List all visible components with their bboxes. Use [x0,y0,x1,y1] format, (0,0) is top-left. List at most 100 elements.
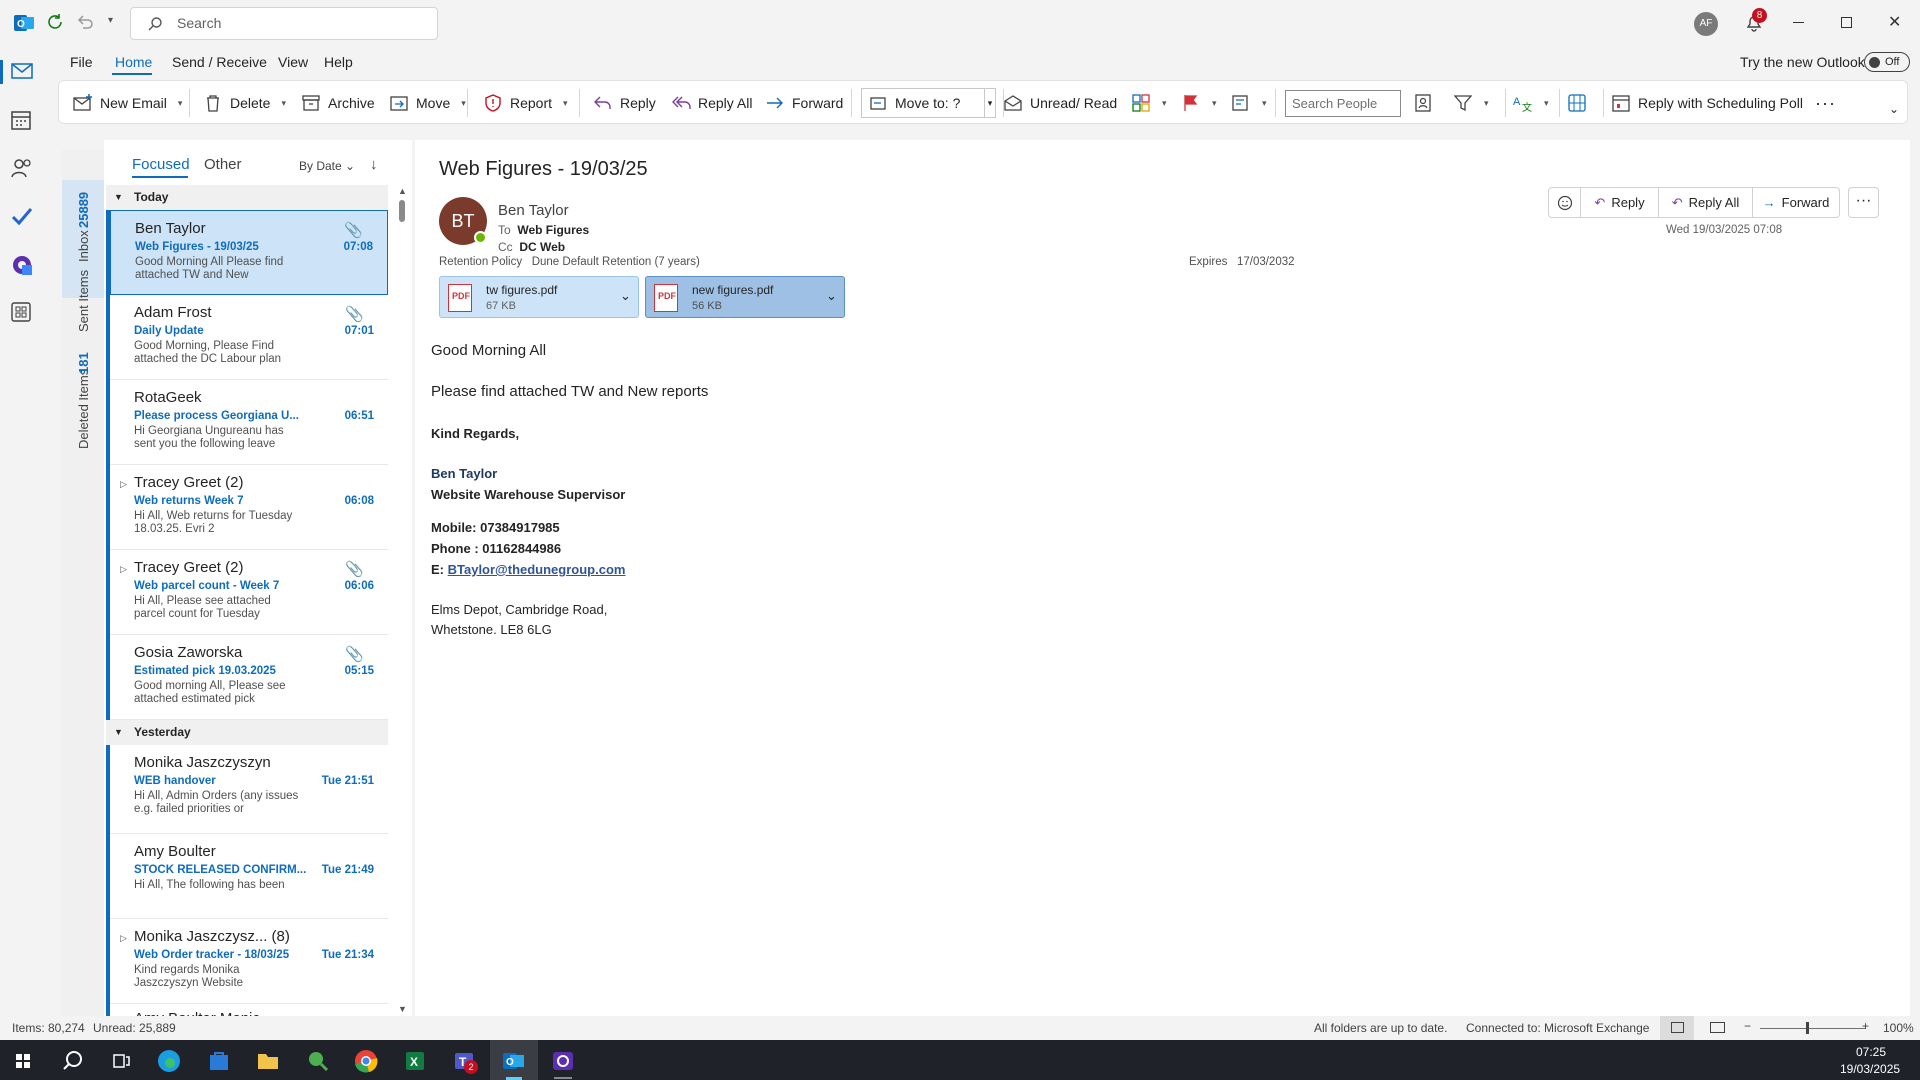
file-explorer-icon[interactable] [253,1046,283,1076]
chevron-down-icon[interactable]: ▾ [563,98,568,109]
clock-date[interactable]: 19/03/2025 [1840,1062,1900,1076]
tab-focused[interactable]: Focused [132,156,190,173]
menu-help[interactable]: Help [324,54,353,70]
sort-direction-icon[interactable]: ↓ [370,156,378,173]
folder-sent-items[interactable]: Sent Items [76,270,91,332]
emoji-react-icon[interactable] [1549,188,1581,217]
normal-view-button[interactable] [1660,1016,1694,1040]
forward-button[interactable]: Forward [765,81,843,125]
archive-button[interactable]: Archive [301,81,375,125]
to-recipient[interactable]: Web Figures [517,223,589,237]
reply-button[interactable]: Reply [593,81,656,125]
people-icon[interactable] [11,158,35,182]
expand-thread-icon[interactable]: ▷ [120,564,127,575]
signature-email-link[interactable]: BTaylor@theduneg﻿roup.com [448,562,626,577]
new-email-button[interactable]: New Email ▾ [73,81,182,125]
search-people-input[interactable]: Search People [1285,90,1401,117]
excel-icon[interactable]: X [400,1046,430,1076]
outlook-taskbar-active[interactable]: O [490,1040,538,1080]
move-button[interactable]: Move ▾ [389,81,466,125]
menu-file[interactable]: File [70,54,93,70]
more-apps-icon[interactable] [11,302,35,326]
ribbon-collapse-icon[interactable]: ⌄ [1889,87,1899,131]
rules-button[interactable]: ▾ [1231,81,1267,125]
chevron-down-icon[interactable]: ▾ [1484,98,1489,109]
zoom-out-icon[interactable]: − [1744,1019,1751,1033]
zoom-thumb[interactable] [1806,1022,1809,1034]
windows-start-icon[interactable] [8,1046,38,1076]
teams-icon[interactable]: T 2 [450,1046,480,1076]
store-icon[interactable] [204,1046,234,1076]
quicksteps-dropdown[interactable]: ▾ [984,88,996,118]
list-item[interactable]: RotaGeek Please process Georgiana U... 0… [106,380,388,465]
sync-icon[interactable] [46,13,64,31]
reply-all-button[interactable]: Reply All [671,81,752,125]
magnifier-icon[interactable] [302,1046,332,1076]
sort-by-date[interactable]: By Date ⌄ [299,159,355,173]
scroll-down-icon[interactable]: ▼ [398,1004,407,1014]
menu-view[interactable]: View [278,54,308,70]
chevron-down-icon[interactable]: ▾ [1262,98,1267,109]
group-today[interactable]: ▼ Today [106,185,388,210]
chevron-down-icon[interactable]: ⌄ [826,288,837,304]
menu-home[interactable]: Home [115,54,152,70]
move-to-quickstep[interactable]: Move to: ? [861,88,985,118]
taskbar-search-icon[interactable] [58,1046,88,1076]
zoom-in-icon[interactable]: + [1862,1019,1869,1033]
list-item[interactable]: ▷ Monika Jaszczysz... (8) Web Order trac… [106,919,388,1004]
filter-email-button[interactable]: ▾ [1453,81,1489,125]
edge-icon[interactable] [154,1046,184,1076]
apps-button[interactable] [1567,81,1587,125]
delete-button[interactable]: Delete ▾ [203,81,286,125]
list-item[interactable]: Ben Taylor 📎 Web Figures - 19/03/25 07:0… [106,210,388,296]
reply-all-button[interactable]: ↶ Reply All [1659,188,1753,217]
chevron-down-icon[interactable]: ▾ [281,98,286,109]
restore-icon[interactable] [1841,17,1852,28]
report-button[interactable]: Report ▾ [483,81,568,125]
attachment-new-figures[interactable]: PDF new figures.pdf 56 KB ⌄ [645,276,845,318]
mail-icon[interactable] [11,62,35,86]
forward-button[interactable]: → Forward [1753,188,1839,217]
zoom-slider[interactable] [1760,1028,1866,1029]
reply-scheduling-poll-button[interactable]: Reply with Scheduling Poll [1611,81,1803,125]
clock-time[interactable]: 07:25 [1856,1045,1886,1059]
task-view-icon[interactable] [106,1046,136,1076]
translate-button[interactable]: A 文 ▾ [1513,81,1549,125]
address-book-button[interactable] [1413,81,1433,125]
tab-other[interactable]: Other [204,156,242,173]
folder-deleted-items[interactable]: Deleted Items [76,369,91,449]
sender-name[interactable]: Ben Taylor [498,202,569,219]
reading-view-button[interactable] [1710,1022,1725,1033]
cc-recipient[interactable]: DC Web [519,240,565,254]
more-options-icon[interactable]: ··· [1815,81,1836,125]
unread-read-button[interactable]: Unread/ Read [1003,81,1117,125]
chevron-down-icon[interactable]: ▾ [178,98,183,109]
scroll-up-icon[interactable]: ▲ [398,186,407,196]
list-item[interactable]: Amy Boulter STOCK RELEASED CONFIRM... Tu… [106,834,388,919]
folder-inbox[interactable]: Inbox [76,230,91,262]
group-yesterday[interactable]: ▼ Yesterday [106,720,388,745]
list-item[interactable]: Monika Jaszczyszyn WEB handover Tue 21:5… [106,745,388,834]
chevron-down-icon[interactable]: ⌄ [620,288,631,304]
new-outlook-toggle[interactable]: Off [1864,52,1910,72]
list-item[interactable]: ▷ Tracey Greet (2) 📎 Web parcel count - … [106,550,388,635]
copilot-icon[interactable] [11,254,35,278]
expand-thread-icon[interactable]: ▷ [120,933,127,944]
undo-icon[interactable] [76,13,94,31]
follow-up-button[interactable]: ▾ [1181,81,1217,125]
chrome-icon[interactable] [351,1046,381,1076]
menu-send-receive[interactable]: Send / Receive [172,54,267,70]
chevron-down-icon[interactable]: ▾ [1162,98,1167,109]
chevron-down-icon[interactable]: ▾ [1212,98,1217,109]
remote-app-icon[interactable] [548,1046,578,1079]
chevron-down-icon[interactable]: ▾ [461,98,466,109]
minimize-icon[interactable] [1793,22,1804,23]
list-scrollbar[interactable]: ▲ ▼ [396,186,408,1016]
expand-thread-icon[interactable]: ▷ [120,479,127,490]
avatar[interactable]: AF [1694,12,1718,36]
more-actions-icon[interactable]: ··· [1848,187,1879,218]
categorize-button[interactable]: ▾ [1131,81,1167,125]
reply-button[interactable]: ↶ Reply [1581,188,1659,217]
list-item[interactable]: ▷ Tracey Greet (2) Web returns Week 7 06… [106,465,388,550]
calendar-icon[interactable] [11,110,35,134]
